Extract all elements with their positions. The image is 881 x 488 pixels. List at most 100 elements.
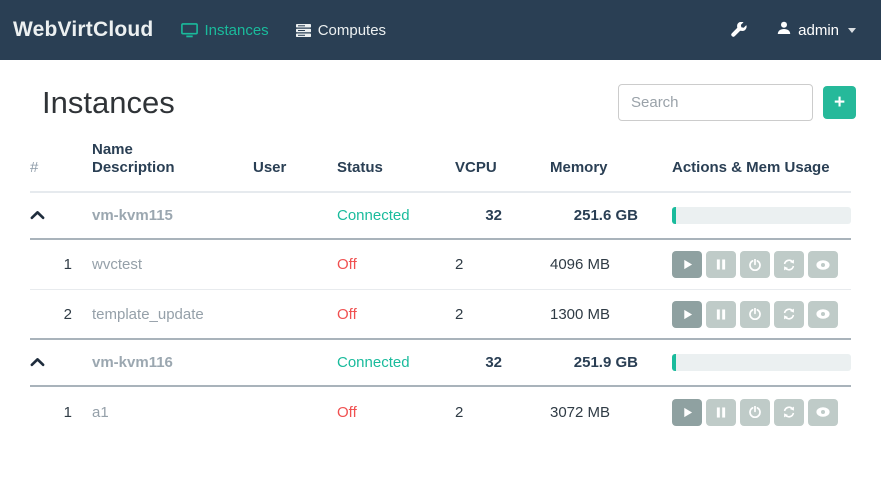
col-header-num: # [30, 159, 92, 178]
navbar-right: admin [731, 21, 856, 39]
mem-usage-fill [672, 207, 676, 224]
status-badge: Connected [337, 207, 455, 224]
pause-button[interactable] [706, 251, 736, 278]
row-index: 2 [30, 306, 92, 323]
memory-value: 1300 MB [550, 306, 640, 323]
play-button[interactable] [672, 251, 702, 278]
collapse-toggle[interactable] [30, 207, 92, 224]
pause-icon [716, 407, 726, 418]
user-name: admin [798, 22, 839, 39]
vcpu-value: 2 [455, 404, 550, 421]
pause-button[interactable] [706, 301, 736, 328]
vcpu-value: 2 [455, 256, 550, 273]
server-icon [295, 23, 312, 38]
play-icon [682, 259, 693, 270]
vcpu-value: 32 [455, 207, 550, 224]
table-row-instance-a1: 1 a1 Off 2 3072 MB [30, 387, 851, 437]
vcpu-value: 2 [455, 306, 550, 323]
instance-actions [640, 251, 851, 278]
power-button[interactable] [740, 399, 770, 426]
eye-icon [816, 260, 830, 270]
refresh-icon [783, 259, 795, 271]
instances-table: # Name Description User Status VCPU Memo… [30, 137, 851, 437]
eye-icon [816, 407, 830, 417]
row-index: 1 [30, 256, 92, 273]
table-row-host-vm-kvm115: vm-kvm115 Connected 32 251.6 GB [30, 193, 851, 240]
memory-value: 4096 MB [550, 256, 640, 273]
user-menu[interactable]: admin [777, 21, 856, 39]
col-header-status: Status [337, 159, 455, 178]
col-header-actions: Actions & Mem Usage [640, 159, 851, 178]
status-badge: Off [337, 256, 455, 273]
collapse-toggle[interactable] [30, 354, 92, 371]
memory-value: 251.6 GB [550, 207, 640, 224]
mem-usage-bar [672, 207, 851, 224]
chevron-up-icon [30, 207, 45, 224]
nav-item-instances[interactable]: Instances [181, 22, 268, 39]
power-button[interactable] [740, 251, 770, 278]
brand[interactable]: WebVirtCloud [13, 18, 153, 42]
instance-actions [640, 399, 851, 426]
user-icon [777, 21, 791, 39]
table-row-host-vm-kvm116: vm-kvm116 Connected 32 251.9 GB [30, 340, 851, 387]
host-name-link[interactable]: vm-kvm116 [92, 354, 253, 371]
pause-icon [716, 309, 726, 320]
vcpu-value: 32 [455, 354, 550, 371]
col-header-memory: Memory [550, 159, 640, 178]
main-nav: Instances Computes [181, 22, 386, 39]
status-badge: Connected [337, 354, 455, 371]
mem-usage-cell [640, 354, 851, 371]
mem-usage-cell [640, 207, 851, 224]
plus-icon: + [834, 93, 845, 112]
header-actions: + [618, 84, 856, 121]
search-input[interactable] [618, 84, 813, 121]
chevron-up-icon [30, 354, 45, 371]
play-icon [682, 407, 693, 418]
pause-icon [716, 259, 726, 270]
power-icon [749, 308, 761, 320]
power-icon [749, 259, 761, 271]
wrench-icon[interactable] [731, 22, 747, 38]
top-navbar: WebVirtCloud Instances [0, 0, 881, 60]
refresh-button[interactable] [774, 301, 804, 328]
refresh-button[interactable] [774, 251, 804, 278]
instance-name-link[interactable]: wvctest [92, 256, 253, 273]
memory-value: 3072 MB [550, 404, 640, 421]
nav-item-label: Instances [204, 22, 268, 39]
console-eye-button[interactable] [808, 251, 838, 278]
instance-name-link[interactable]: template_update [92, 306, 253, 323]
power-icon [749, 406, 761, 418]
status-badge: Off [337, 306, 455, 323]
memory-value: 251.9 GB [550, 354, 640, 371]
play-button[interactable] [672, 301, 702, 328]
instance-name-link[interactable]: a1 [92, 404, 253, 421]
monitor-icon [181, 23, 198, 38]
eye-icon [816, 309, 830, 319]
pause-button[interactable] [706, 399, 736, 426]
nav-item-label: Computes [318, 22, 386, 39]
table-row-instance-template-update: 2 template_update Off 2 1300 MB [30, 290, 851, 340]
refresh-button[interactable] [774, 399, 804, 426]
col-header-name-description: Name Description [92, 141, 253, 179]
mem-usage-fill [672, 354, 676, 371]
table-row-instance-wvctest: 1 wvctest Off 2 4096 MB [30, 240, 851, 290]
power-button[interactable] [740, 301, 770, 328]
caret-down-icon [848, 28, 856, 33]
col-header-user: User [253, 159, 337, 178]
col-header-vcpu: VCPU [455, 159, 550, 178]
play-button[interactable] [672, 399, 702, 426]
console-eye-button[interactable] [808, 399, 838, 426]
page-title: Instances [42, 85, 175, 121]
mem-usage-bar [672, 354, 851, 371]
nav-item-computes[interactable]: Computes [295, 22, 386, 39]
host-name-link[interactable]: vm-kvm115 [92, 207, 253, 224]
page-header: Instances + [0, 60, 881, 121]
console-eye-button[interactable] [808, 301, 838, 328]
add-instance-button[interactable]: + [823, 86, 856, 119]
status-badge: Off [337, 404, 455, 421]
table-header-row: # Name Description User Status VCPU Memo… [30, 137, 851, 193]
play-icon [682, 309, 693, 320]
refresh-icon [783, 308, 795, 320]
instance-actions [640, 301, 851, 328]
row-index: 1 [30, 404, 92, 421]
